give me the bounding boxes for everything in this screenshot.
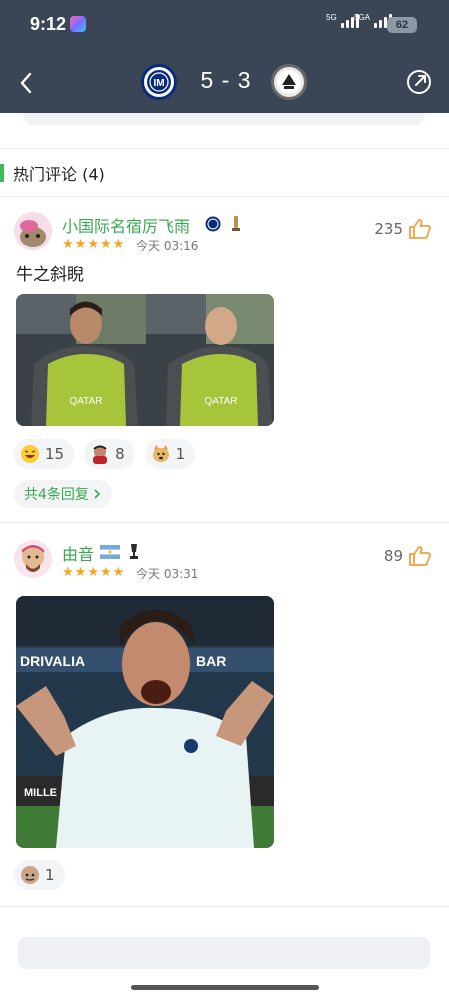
star-icon: ★	[62, 237, 74, 252]
svg-text:DRIVALIA: DRIVALIA	[20, 653, 85, 669]
star-icon: ★	[99, 565, 112, 580]
comment-time: 今天 03:16	[136, 239, 199, 253]
svg-text:QATAR: QATAR	[205, 396, 238, 407]
rating-stars: ★ ★ ★ ★ ★	[62, 566, 124, 579]
rating-stars: ★ ★ ★ ★ ★	[62, 238, 124, 251]
comment-image[interactable]: DRIVALIA BAR MILLE	[16, 596, 274, 848]
reaction-chip[interactable]: 8	[84, 439, 135, 469]
thumbs-up-icon	[409, 546, 431, 566]
avatar[interactable]	[14, 540, 52, 578]
like-button[interactable]: 235	[374, 219, 431, 239]
trophy-badge-icon	[126, 543, 142, 559]
comment-time: 今天 03:31	[136, 567, 199, 581]
status-bar: 9:12 5G 5GA 62	[0, 0, 449, 50]
star-icon: ★	[99, 237, 112, 252]
username[interactable]: 小国际名宿厉飞雨	[62, 213, 190, 237]
match-header: 9:12 5G 5GA 62 IM 5 - 3	[0, 0, 449, 113]
share-button[interactable]	[405, 68, 433, 96]
match-info-card	[24, 113, 424, 125]
like-count: 235	[374, 220, 403, 238]
section-accent-bar	[0, 164, 4, 182]
reaction-chip[interactable]: 1	[14, 860, 65, 890]
inter-fan-badge-icon	[205, 216, 221, 232]
app-notification-icon	[70, 16, 86, 32]
like-count: 89	[383, 547, 403, 565]
comment-image[interactable]: QATAR QATAR	[16, 294, 274, 426]
star-icon: ★	[74, 237, 87, 252]
star-icon: ★	[112, 237, 125, 252]
reaction-list: 1	[14, 860, 65, 890]
clock: 9:12	[30, 14, 67, 34]
svg-text:QATAR: QATAR	[70, 396, 103, 407]
reaction-chip[interactable]: 1	[144, 439, 196, 469]
chevron-left-icon	[20, 72, 32, 94]
divider	[0, 522, 449, 523]
laugh-emoji-icon	[20, 444, 40, 464]
back-button[interactable]	[14, 68, 40, 98]
star-icon: ★	[87, 237, 99, 252]
view-replies-button[interactable]: 共4条回复	[14, 480, 112, 508]
bald-face-emoji-icon	[20, 865, 40, 885]
username[interactable]: 由音	[62, 541, 94, 565]
match-nav: IM 5 - 3	[0, 58, 449, 108]
reaction-chip[interactable]: 15	[14, 439, 75, 469]
reaction-list: 15 8 1	[14, 439, 196, 469]
comment-input-bar[interactable]	[18, 937, 430, 969]
star-icon: ★	[74, 565, 87, 580]
avatar[interactable]	[14, 212, 52, 250]
divider	[0, 148, 449, 149]
svg-text:BAR: BAR	[196, 653, 226, 669]
doge-emoji-icon	[151, 444, 171, 464]
trophy-badge-icon	[228, 215, 244, 231]
hot-comments-heading: 热门评论 (4)	[0, 160, 105, 186]
star-icon: ★	[112, 565, 125, 580]
home-indicator[interactable]	[131, 985, 319, 990]
thumbs-up-icon	[409, 219, 431, 239]
red-devil-emoji-icon	[90, 444, 110, 464]
like-button[interactable]: 89	[384, 546, 431, 566]
share-icon	[407, 70, 431, 94]
inter-milan-logo-icon[interactable]: IM	[141, 64, 177, 100]
argentina-flag-icon	[100, 544, 120, 559]
udinese-logo-icon[interactable]	[271, 64, 307, 100]
divider	[0, 906, 449, 907]
star-icon: ★	[62, 565, 74, 580]
svg-text:IM: IM	[153, 78, 164, 89]
svg-text:MILLE: MILLE	[24, 787, 57, 799]
chevron-right-icon	[94, 489, 101, 499]
comment-text: 牛之斜睨	[16, 265, 84, 285]
battery-indicator: 62	[387, 17, 417, 33]
divider	[0, 196, 449, 197]
match-score: 5 - 3	[200, 67, 252, 93]
star-icon: ★	[87, 565, 99, 580]
